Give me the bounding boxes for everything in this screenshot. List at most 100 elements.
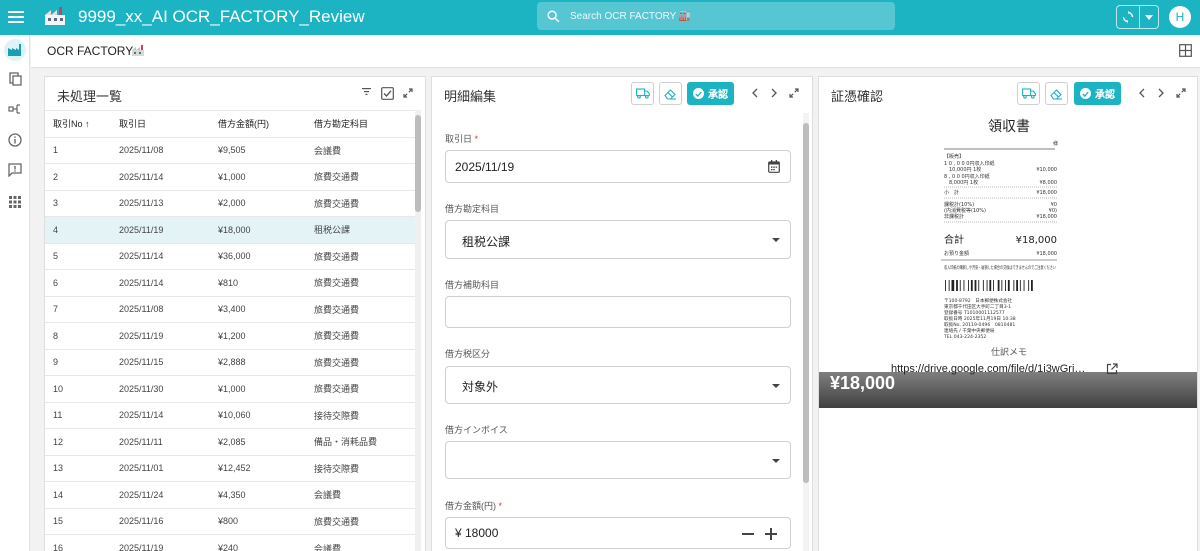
- clear-button[interactable]: [1045, 82, 1068, 105]
- factory-icon[interactable]: [4, 39, 26, 61]
- memo-link[interactable]: https://drive.google.com/file/d/1i3wGri…: [891, 363, 1085, 375]
- table-row[interactable]: 7 2025/11/08 ¥3,400 旅費交通費: [45, 295, 415, 323]
- table-cell: 2025/11/01: [119, 454, 218, 482]
- tax-select[interactable]: 対象外: [445, 366, 791, 404]
- sync-dropdown-chevron-icon[interactable]: [1140, 6, 1158, 28]
- invoice-label: 借方インボイス: [445, 425, 508, 435]
- account-label: 借方勘定科目: [445, 204, 500, 214]
- scrollbar-thumb[interactable]: [803, 123, 809, 483]
- table-cell: 2025/11/08: [119, 295, 218, 323]
- apps-icon[interactable]: [4, 191, 26, 213]
- clear-button[interactable]: [659, 82, 682, 105]
- table-row[interactable]: 11 2025/11/14 ¥10,060 接待交際費: [45, 401, 415, 429]
- table-cell: 1: [45, 136, 119, 164]
- table-row[interactable]: 12 2025/11/11 ¥2,085 備品・消耗品費: [45, 428, 415, 455]
- table-row[interactable]: 4 2025/11/19 ¥18,000 租税公課: [45, 216, 415, 243]
- table-cell: ¥1,000: [218, 163, 314, 190]
- evidence-panel: 証憑確認 承認 領収書 様 【販売】 1 0 , 0 0 0円収入印紙 10,000…: [818, 76, 1198, 551]
- sync-icon[interactable]: [1117, 6, 1141, 28]
- tax-value: 対象外: [462, 380, 499, 394]
- feedback-icon[interactable]: [4, 159, 26, 181]
- table-cell: ¥2,085: [218, 428, 314, 455]
- next-chevron-icon[interactable]: [1158, 88, 1164, 98]
- receipt-line-label: 【販売】: [944, 153, 964, 160]
- table-row[interactable]: 5 2025/11/14 ¥36,000 旅費交通費: [45, 242, 415, 270]
- table-row[interactable]: 8 2025/11/19 ¥1,200 旅費交通費: [45, 322, 415, 349]
- list-scrollbar[interactable]: [415, 110, 421, 551]
- amount-field[interactable]: ¥ 18000: [445, 517, 791, 549]
- filter-icon[interactable]: [362, 88, 371, 95]
- receipt-footer-line: 連絡先 / 千葉中央郵便局: [944, 327, 995, 334]
- next-chevron-icon[interactable]: [771, 88, 777, 98]
- unprocessed-list-panel: 未処理一覧 取引No ↑ 取引日 借方金額(円) 借方勘定科目 1 2025/11…: [44, 76, 426, 551]
- truck-button[interactable]: [631, 82, 654, 105]
- column-header[interactable]: 借方勘定科目: [314, 110, 415, 137]
- receipt-line-label: (内消費税等(10%): [944, 207, 986, 214]
- panel-header: 未処理一覧: [45, 77, 425, 110]
- date-field[interactable]: 2025/11/19: [445, 150, 791, 183]
- prev-chevron-icon[interactable]: [752, 88, 758, 98]
- search-bar[interactable]: [537, 2, 895, 30]
- minus-icon[interactable]: [742, 528, 754, 540]
- amount-value: ¥ 18000: [455, 526, 499, 540]
- memo-label: 仕訳メモ: [990, 347, 1027, 357]
- column-header[interactable]: 借方金額(円): [218, 110, 314, 137]
- open-external-icon[interactable]: [1106, 363, 1118, 375]
- table-cell: 5: [45, 242, 119, 270]
- table-cell: 4: [45, 216, 119, 243]
- table-row[interactable]: 1 2025/11/08 ¥9,505 会議費: [45, 136, 415, 164]
- table-cell: 旅費交通費: [314, 163, 415, 190]
- scrollbar-thumb[interactable]: [415, 115, 421, 212]
- table-cell: 10: [45, 375, 119, 402]
- app-title: 9999_xx_AI OCR_FACTORY_Review: [78, 7, 365, 26]
- table-cell: 2025/11/11: [119, 428, 218, 455]
- account-value: 租税公課: [462, 235, 511, 249]
- approve-button[interactable]: 承認: [687, 82, 734, 105]
- table-row[interactable]: 6 2025/11/14 ¥810 旅費交通費: [45, 269, 415, 296]
- plus-icon[interactable]: [765, 528, 777, 540]
- form-scrollbar[interactable]: [803, 113, 809, 551]
- column-header[interactable]: 取引日: [119, 110, 218, 137]
- truck-button[interactable]: [1017, 82, 1040, 105]
- calendar-icon[interactable]: [768, 160, 780, 173]
- receipt-line-label: 8,000円 1枚: [949, 179, 978, 186]
- table-cell: 2025/11/08: [119, 136, 218, 164]
- info-icon[interactable]: [4, 129, 26, 151]
- table-row[interactable]: 16 2025/11/19 ¥240 会議費: [45, 534, 415, 551]
- table-cell: 旅費交通費: [314, 242, 415, 270]
- sub-account-field[interactable]: [445, 296, 791, 328]
- table-cell: ¥3,400: [218, 295, 314, 323]
- table-row[interactable]: 9 2025/11/15 ¥2,888 旅費交通費: [45, 348, 415, 376]
- table-cell: 租税公課: [314, 216, 415, 243]
- table-row[interactable]: 15 2025/11/16 ¥800 旅費交通費: [45, 507, 415, 535]
- table-row[interactable]: 10 2025/11/30 ¥1,000 旅費交通費: [45, 375, 415, 402]
- avatar[interactable]: H: [1169, 6, 1191, 28]
- table-row[interactable]: 13 2025/11/01 ¥12,452 接待交際費: [45, 454, 415, 482]
- menu-icon[interactable]: [7, 8, 25, 26]
- invoice-select[interactable]: [445, 441, 791, 479]
- table-cell: 旅費交通費: [314, 295, 415, 323]
- document-icon[interactable]: [4, 68, 26, 90]
- table-row[interactable]: 14 2025/11/24 ¥4,350 会議費: [45, 481, 415, 508]
- dropdown-arrow-icon: [772, 459, 780, 463]
- receipt-sama: 様: [1053, 140, 1058, 147]
- table-cell: ¥810: [218, 269, 314, 296]
- approve-button[interactable]: 承認: [1074, 82, 1121, 105]
- flow-icon[interactable]: [4, 98, 26, 120]
- table-row[interactable]: 2 2025/11/14 ¥1,000 旅費交通費: [45, 163, 415, 190]
- table-row[interactable]: 3 2025/11/13 ¥2,000 旅費交通費: [45, 189, 415, 217]
- search-input[interactable]: [570, 10, 870, 22]
- expand-icon[interactable]: [1176, 88, 1186, 98]
- search-icon: [547, 9, 560, 22]
- prev-chevron-icon[interactable]: [1139, 88, 1145, 98]
- column-header[interactable]: 取引No ↑: [45, 110, 119, 137]
- receipt-change-value: ¥18,000: [1036, 251, 1057, 257]
- select-all-checkbox-icon[interactable]: [381, 87, 394, 100]
- receipt-heading: 領収書: [988, 118, 1030, 135]
- table-cell: 旅費交通費: [314, 507, 415, 535]
- grid-layout-icon[interactable]: [1179, 44, 1192, 57]
- expand-icon[interactable]: [403, 88, 413, 98]
- account-select[interactable]: 租税公課: [445, 220, 791, 259]
- dropdown-arrow-icon: [772, 384, 780, 388]
- expand-icon[interactable]: [789, 88, 799, 98]
